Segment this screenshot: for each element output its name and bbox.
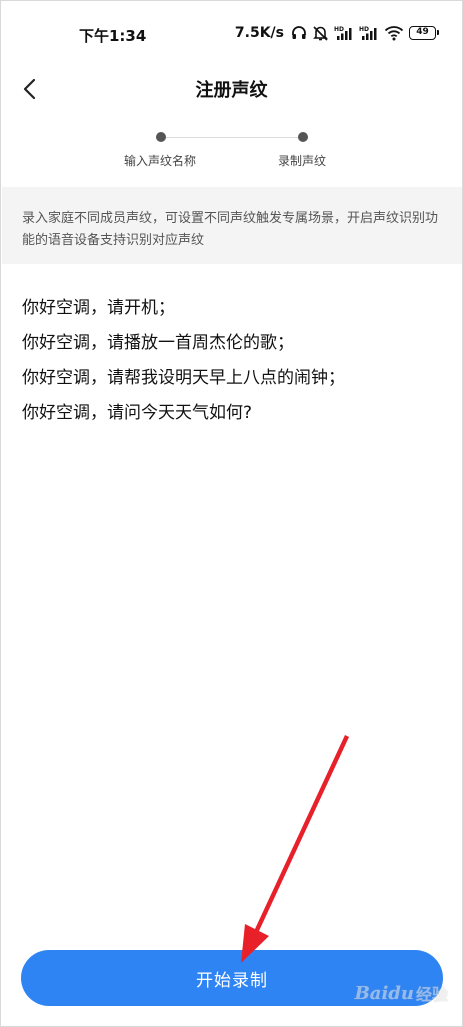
svg-text:HD: HD — [334, 26, 344, 33]
nav-header: 注册声纹 — [1, 67, 462, 111]
headphones-icon — [291, 24, 307, 42]
watermark-sub: 经验 — [415, 985, 448, 1004]
baidu-watermark: Baidu 经验 — [355, 981, 448, 1005]
step-progress: 输入声纹名称 录制声纹 — [1, 127, 462, 177]
mute-icon — [312, 24, 329, 42]
app-screen: 下午1:34 7.5K/s HD HD 49 注册声纹 输入声纹名称 录制声纹 … — [0, 0, 463, 1027]
status-time: 下午1:34 — [79, 27, 147, 45]
status-bar: 下午1:34 7.5K/s HD HD 49 — [1, 1, 462, 67]
battery-icon: 49 — [409, 26, 439, 40]
phrase-list: 你好空调，请开机； 你好空调，请播放一首周杰伦的歌； 你好空调，请帮我设明天早上… — [22, 291, 442, 431]
step-dot-1 — [156, 132, 166, 142]
signal-hd-1-icon: HD — [334, 24, 354, 42]
step-connector-line — [163, 137, 301, 138]
step-label-1: 输入声纹名称 — [124, 154, 197, 168]
phrase-item: 你好空调，请帮我设明天早上八点的闹钟； — [22, 368, 345, 388]
svg-text:HD: HD — [359, 26, 369, 33]
battery-level: 49 — [416, 27, 429, 37]
status-icons: 7.5K/s HD HD 49 — [234, 23, 439, 43]
signal-hd-2-icon: HD — [359, 24, 379, 42]
info-banner: 录入家庭不同成员声纹，可设置不同声纹触发专属场景，开启声纹识别功能的语音设备支持… — [2, 187, 462, 264]
wifi-icon — [384, 24, 404, 42]
phrase-item: 你好空调，请开机； — [22, 298, 175, 318]
network-speed: 7.5K/s — [234, 25, 284, 41]
step-label-2: 录制声纹 — [278, 154, 327, 168]
watermark-brand: Baidu — [354, 982, 414, 1004]
phrase-item: 你好空调，请问今天天气如何? — [22, 403, 253, 423]
page-title: 注册声纹 — [195, 80, 268, 101]
step-dot-2 — [298, 132, 308, 142]
phrase-item: 你好空调，请播放一首周杰伦的歌； — [22, 333, 294, 353]
info-text: 录入家庭不同成员声纹，可设置不同声纹触发专属场景，开启声纹识别功能的语音设备支持… — [22, 211, 439, 248]
